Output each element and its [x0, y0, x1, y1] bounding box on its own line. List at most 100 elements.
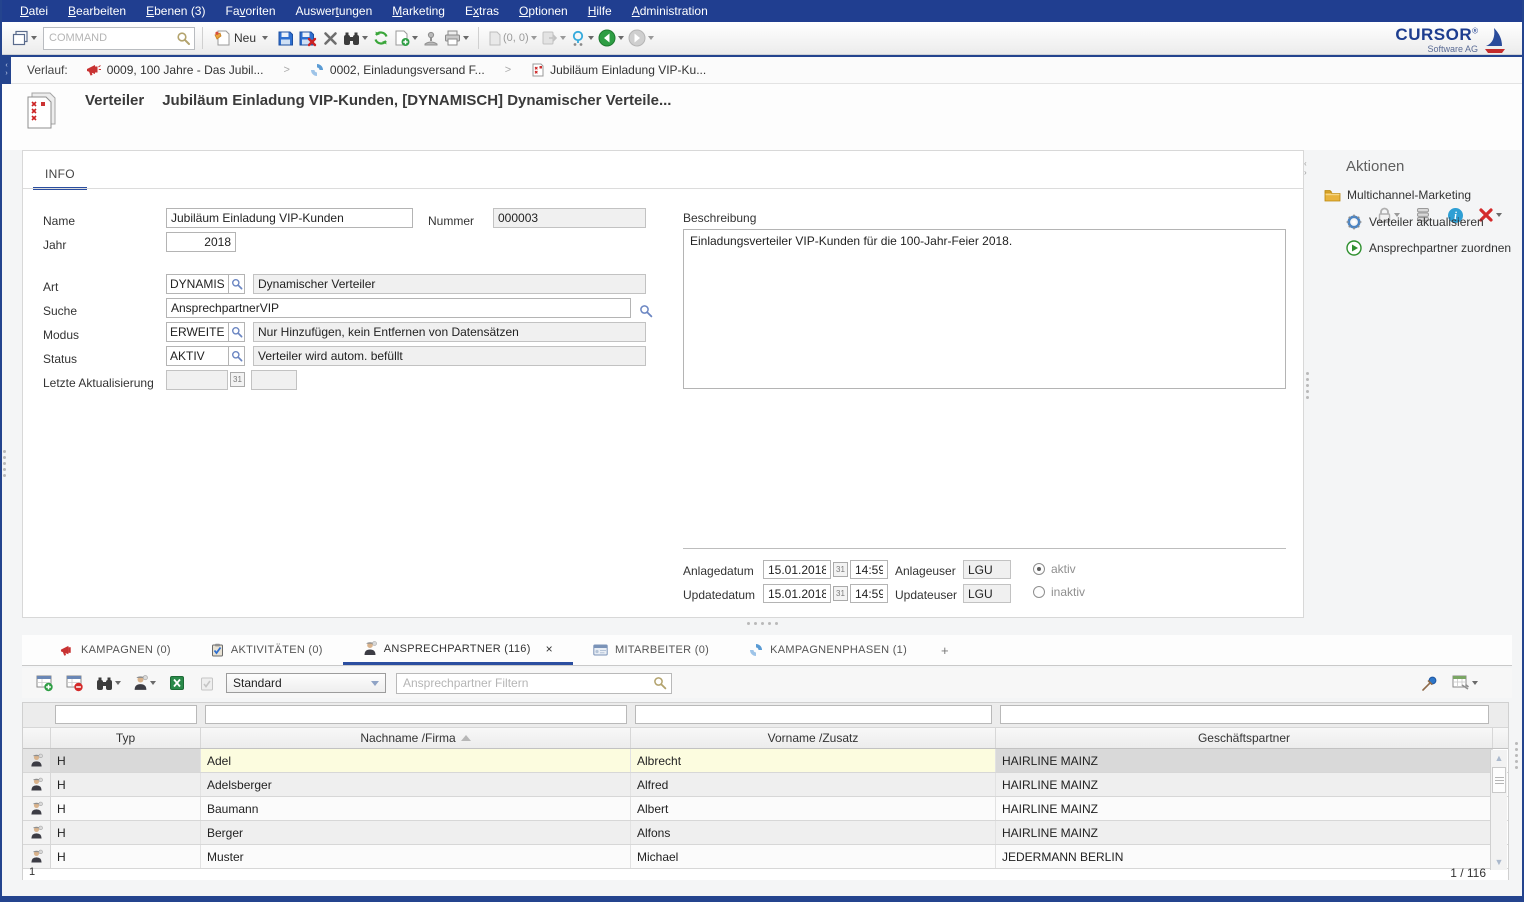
collapse-handle-icon[interactable]: ‹›: [2, 57, 11, 84]
menu-marketing[interactable]: Marketing: [382, 0, 455, 22]
jahr-input[interactable]: [166, 232, 236, 252]
tab-ansprechpartner[interactable]: ANSPRECHPARTNER (116) ×: [343, 635, 573, 665]
menu-administration[interactable]: Administration: [622, 0, 718, 22]
letzte-datum-input[interactable]: [166, 370, 228, 390]
column-nachname[interactable]: Nachname /Firma: [201, 728, 631, 748]
suche-input[interactable]: [166, 298, 631, 318]
grid-filter-input[interactable]: [397, 676, 649, 690]
excel-export-icon[interactable]: [166, 671, 188, 695]
menu-optionen[interactable]: Optionen: [509, 0, 578, 22]
add-document-icon[interactable]: [392, 26, 420, 50]
anlageuser-input[interactable]: [963, 560, 1011, 579]
status-input[interactable]: [166, 346, 228, 366]
menu-bearbeiten[interactable]: Bearbeiten: [58, 0, 136, 22]
checkout-disabled-icon[interactable]: [196, 671, 218, 695]
column-geschaeftspartner[interactable]: Geschäftspartner: [996, 728, 1493, 748]
person-search-icon[interactable]: [568, 26, 596, 50]
back-icon[interactable]: [596, 26, 626, 50]
tab-aktivitaeten[interactable]: AKTIVITÄTEN (0): [191, 635, 343, 665]
menu-auswertungen[interactable]: Auswertungen: [286, 0, 383, 22]
radio-aktiv[interactable]: [1033, 563, 1045, 575]
history-item-einladungsversand[interactable]: 0002, Einladungsversand F...: [306, 61, 489, 79]
tab-kampagnen[interactable]: KAMPAGNEN (0): [40, 635, 191, 665]
updatedatum-input[interactable]: [763, 584, 831, 603]
save-icon[interactable]: [274, 26, 296, 50]
history-item-verteiler[interactable]: Jubiläum Einladung VIP-Ku...: [527, 61, 710, 79]
calendar-icon[interactable]: 31: [230, 372, 245, 387]
grid-person-icon[interactable]: [131, 671, 158, 695]
nummer-input[interactable]: [493, 208, 646, 228]
modus-input[interactable]: [166, 322, 228, 342]
suche-lookup-icon[interactable]: [635, 299, 657, 323]
grid-settings-icon[interactable]: [1450, 671, 1480, 695]
radio-inaktiv[interactable]: [1033, 586, 1045, 598]
modus-desc[interactable]: [253, 322, 646, 342]
menu-hilfe[interactable]: Hilfe: [578, 0, 622, 22]
table-row[interactable]: H Baumann Albert HAIRLINE MAINZ: [23, 797, 1508, 821]
neu-button[interactable]: Neu: [210, 28, 260, 48]
export-disabled-icon[interactable]: [539, 26, 568, 50]
menu-extras[interactable]: Extras: [455, 0, 509, 22]
scroll-down-icon[interactable]: ▼: [1491, 854, 1507, 870]
status-desc[interactable]: [253, 346, 646, 366]
forward-icon[interactable]: [626, 26, 656, 50]
aktionen-folder[interactable]: Multichannel-Marketing: [1324, 188, 1471, 202]
pin-icon[interactable]: [1418, 671, 1440, 695]
action-ansprechpartner-zuordnen[interactable]: Ansprechpartner zuordnen: [1346, 240, 1511, 256]
command-search-icon[interactable]: [172, 26, 194, 50]
refresh-icon[interactable]: [370, 26, 392, 50]
anlagezeit-input[interactable]: [850, 560, 888, 579]
table-scrollbar[interactable]: ▲ ▼: [1490, 750, 1507, 870]
horizontal-splitter[interactable]: [747, 622, 778, 625]
modus-lookup-icon[interactable]: [228, 322, 245, 342]
command-input[interactable]: [44, 32, 172, 44]
art-desc[interactable]: [253, 274, 646, 294]
anlagedatum-input[interactable]: [763, 560, 831, 579]
table-row[interactable]: H Berger Alfons HAIRLINE MAINZ: [23, 821, 1508, 845]
clipboard-count-icon[interactable]: (0, 0): [486, 26, 539, 50]
tab-close-icon[interactable]: ×: [546, 642, 553, 656]
tab-info[interactable]: INFO: [33, 163, 87, 190]
delete-icon[interactable]: [319, 26, 341, 50]
add-row-icon[interactable]: [34, 671, 56, 695]
aktionen-collapse-handle[interactable]: ‹›: [1304, 160, 1307, 178]
grid-filter-search-icon[interactable]: [649, 671, 671, 695]
menu-ebenen[interactable]: Ebenen (3): [136, 0, 215, 22]
status-lookup-icon[interactable]: [228, 346, 245, 366]
menu-datei[interactable]: Datei: [10, 0, 58, 22]
updateuser-input[interactable]: [963, 584, 1011, 603]
scroll-up-icon[interactable]: ▲: [1491, 750, 1507, 766]
filter-typ-input[interactable]: [55, 705, 197, 724]
menu-favoriten[interactable]: Favoriten: [215, 0, 285, 22]
right-splitter[interactable]: [1515, 742, 1518, 769]
anlagedatum-calendar-icon[interactable]: 31: [833, 562, 848, 577]
updatezeit-input[interactable]: [850, 584, 888, 603]
tab-kampagnenphasen[interactable]: KAMPAGNENPHASEN (1): [729, 635, 927, 665]
left-splitter[interactable]: [3, 450, 6, 477]
history-item-kampagne[interactable]: 0009, 100 Jahre - Das Jubil...: [82, 61, 268, 79]
art-lookup-icon[interactable]: [228, 274, 245, 294]
view-select[interactable]: Standard: [226, 673, 386, 693]
updatedatum-calendar-icon[interactable]: 31: [833, 586, 848, 601]
beschreibung-textarea[interactable]: Einladungsverteiler VIP-Kunden für die 1…: [683, 229, 1286, 389]
tab-mitarbeiter[interactable]: MITARBEITER (0): [573, 635, 729, 665]
column-typ[interactable]: Typ: [51, 728, 201, 748]
print-icon[interactable]: [442, 26, 471, 50]
filter-geschaeftspartner-input[interactable]: [1000, 705, 1489, 724]
name-input[interactable]: [166, 208, 413, 228]
table-row[interactable]: H Adelsberger Alfred HAIRLINE MAINZ: [23, 773, 1508, 797]
search-binoculars-icon[interactable]: [341, 26, 370, 50]
panel-splitter[interactable]: [1306, 372, 1309, 399]
table-row[interactable]: H Adel Albrecht HAIRLINE MAINZ: [23, 749, 1508, 773]
filter-vorname-input[interactable]: [635, 705, 992, 724]
scroll-thumb[interactable]: [1492, 767, 1506, 793]
window-instances-icon[interactable]: [10, 26, 39, 50]
filter-nachname-input[interactable]: [205, 705, 627, 724]
save-close-icon[interactable]: [296, 26, 319, 50]
tab-add-button[interactable]: +: [927, 635, 963, 665]
grid-search-icon[interactable]: [94, 671, 123, 695]
action-verteiler-aktualisieren[interactable]: Verteiler aktualisieren: [1346, 214, 1484, 230]
column-vorname[interactable]: Vorname /Zusatz: [631, 728, 996, 748]
letzte-zeit-input[interactable]: [251, 370, 297, 390]
joystick-icon[interactable]: [420, 26, 442, 50]
